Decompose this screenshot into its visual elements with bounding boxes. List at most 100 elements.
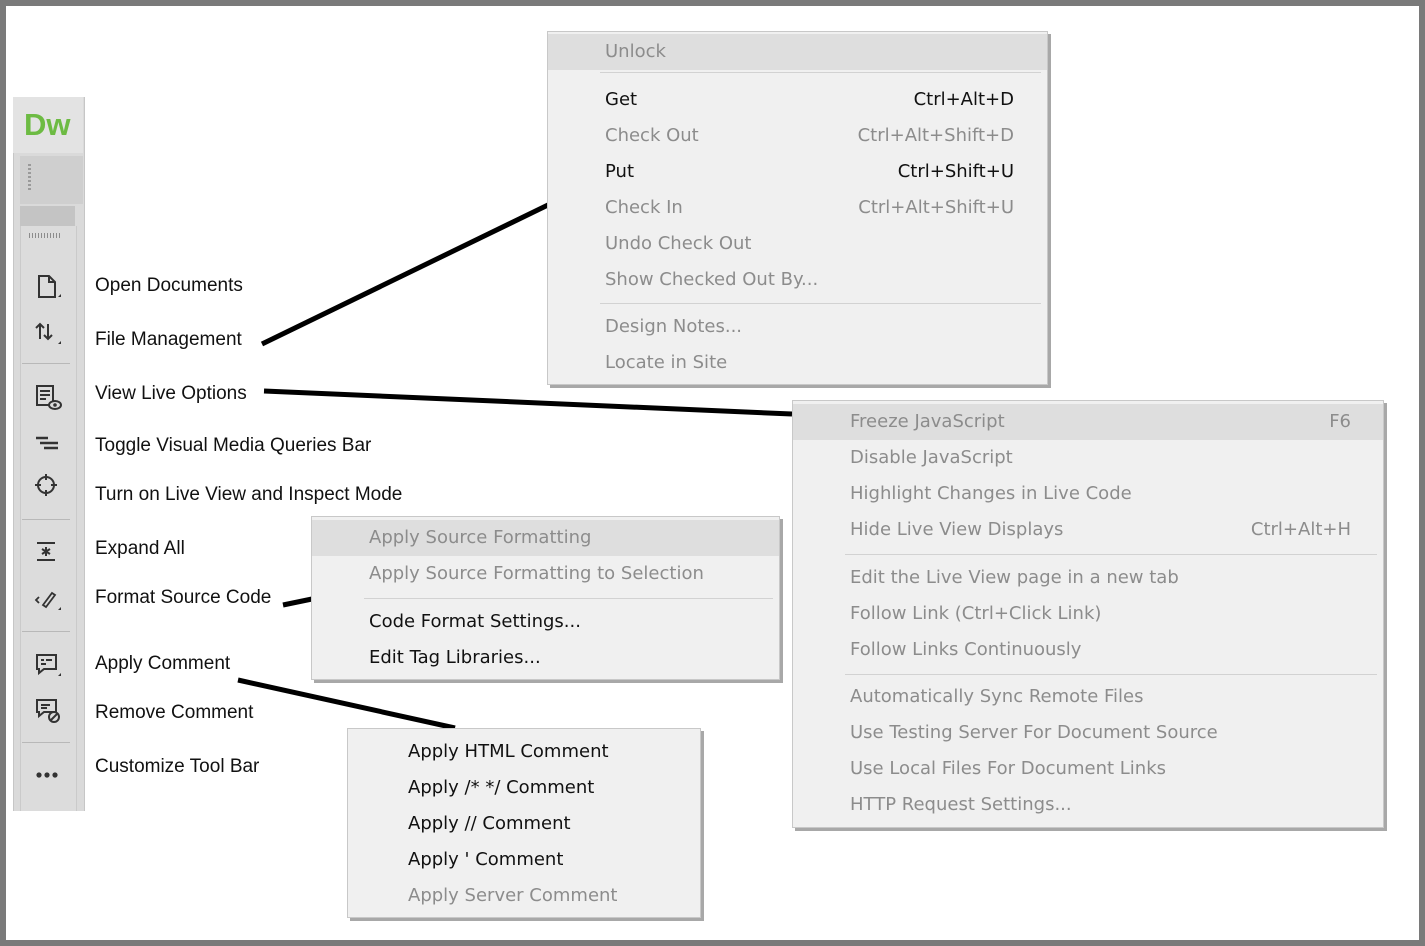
dw-logo: Dw <box>13 97 83 153</box>
toolbar-separator <box>22 363 70 364</box>
menu-item-label: Follow Link (Ctrl+Click Link) <box>850 603 1102 624</box>
transfer-arrows-icon[interactable] <box>34 320 61 346</box>
menu-item-http-request-settings[interactable]: HTTP Request Settings... <box>793 787 1383 823</box>
menu-item-label: Apply Source Formatting to Selection <box>369 563 704 584</box>
format-source-menu: Apply Source Formatting Apply Source For… <box>311 516 780 680</box>
menu-item-label: Follow Links Continuously <box>850 639 1082 660</box>
menu-item-label: Check In <box>605 197 683 218</box>
menu-item-check-out[interactable]: Check Out Ctrl+Alt+Shift+D <box>548 118 1047 154</box>
menu-item-apply-quote-comment[interactable]: Apply ' Comment <box>348 842 700 878</box>
file-management-menu: Unlock Get Ctrl+Alt+D Check Out Ctrl+Alt… <box>547 31 1048 385</box>
menu-item-hide-live-view-displays[interactable]: Hide Live View Displays Ctrl+Alt+H <box>793 512 1383 548</box>
remove-comment-icon[interactable] <box>34 697 60 723</box>
menu-item-label: Disable JavaScript <box>850 447 1013 468</box>
menu-item-disable-javascript[interactable]: Disable JavaScript <box>793 440 1383 476</box>
menu-separator <box>600 303 1041 304</box>
label-open-documents: Open Documents <box>95 275 243 296</box>
menu-item-shortcut: Ctrl+Alt+D <box>913 89 1014 110</box>
menu-item-show-checked-out-by[interactable]: Show Checked Out By... <box>548 262 1047 298</box>
menu-item-put[interactable]: Put Ctrl+Shift+U <box>548 154 1047 190</box>
menu-item-apply-formatting-selection[interactable]: Apply Source Formatting to Selection <box>312 556 779 592</box>
toolbar-handle-area <box>20 156 83 204</box>
menu-item-shortcut: Ctrl+Shift+U <box>897 161 1014 182</box>
menu-item-apply-line-comment[interactable]: Apply // Comment <box>348 806 700 842</box>
menu-item-edit-tag-libraries[interactable]: Edit Tag Libraries... <box>312 640 779 676</box>
format-source-icon[interactable] <box>34 586 61 612</box>
menu-item-label: Apply HTML Comment <box>408 741 609 762</box>
menu-item-label: Apply /* */ Comment <box>408 777 595 798</box>
comment-icon[interactable] <box>34 652 61 678</box>
menu-item-freeze-javascript[interactable]: Freeze JavaScript F6 <box>793 404 1383 440</box>
menu-item-code-format-settings[interactable]: Code Format Settings... <box>312 604 779 640</box>
menu-item-label: Edit Tag Libraries... <box>369 647 541 668</box>
menu-item-design-notes[interactable]: Design Notes... <box>548 309 1047 345</box>
menu-item-label: Undo Check Out <box>605 233 752 254</box>
menu-item-label: Locate in Site <box>605 352 728 373</box>
menu-item-label: Edit the Live View page in a new tab <box>850 567 1179 588</box>
label-toggle-media-queries: Toggle Visual Media Queries Bar <box>95 435 372 456</box>
menu-item-label: Hide Live View Displays <box>850 519 1064 540</box>
menu-item-label: Design Notes... <box>605 316 743 337</box>
menu-item-shortcut: Ctrl+Alt+Shift+D <box>857 125 1014 146</box>
menu-separator <box>845 554 1377 555</box>
menu-item-get[interactable]: Get Ctrl+Alt+D <box>548 82 1047 118</box>
menu-item-follow-links-continuously[interactable]: Follow Links Continuously <box>793 632 1383 668</box>
menu-item-use-local-files[interactable]: Use Local Files For Document Links <box>793 751 1383 787</box>
menu-item-label: Freeze JavaScript <box>850 411 1005 432</box>
label-live-inspect: Turn on Live View and Inspect Mode <box>95 484 403 505</box>
menu-item-label: Use Local Files For Document Links <box>850 758 1167 779</box>
menu-item-undo-check-out[interactable]: Undo Check Out <box>548 226 1047 262</box>
menu-item-label: Unlock <box>605 41 666 62</box>
menu-item-label: Use Testing Server For Document Source <box>850 722 1218 743</box>
menu-item-label: Check Out <box>605 125 699 146</box>
label-format-source: Format Source Code <box>95 587 272 608</box>
menu-item-apply-block-comment[interactable]: Apply /* */ Comment <box>348 770 700 806</box>
menu-item-follow-link[interactable]: Follow Link (Ctrl+Click Link) <box>793 596 1383 632</box>
view-live-options-menu: Freeze JavaScript F6 Disable JavaScript … <box>792 400 1384 828</box>
menu-item-label: Code Format Settings... <box>369 611 581 632</box>
menu-item-locate-in-site[interactable]: Locate in Site <box>548 345 1047 381</box>
document-icon[interactable] <box>34 273 61 299</box>
menu-item-apply-html-comment[interactable]: Apply HTML Comment <box>348 734 700 770</box>
more-icon[interactable] <box>34 763 60 789</box>
menu-item-apply-server-comment[interactable]: Apply Server Comment <box>348 878 700 914</box>
menu-item-shortcut: Ctrl+Alt+H <box>1250 519 1351 540</box>
menu-item-label: Show Checked Out By... <box>605 269 819 290</box>
live-view-options-icon[interactable] <box>34 383 62 410</box>
menu-item-label: Apply ' Comment <box>408 849 564 870</box>
toolbar-separator <box>22 519 70 520</box>
toolbar-separator <box>22 631 70 632</box>
menu-item-label: Get <box>605 89 638 110</box>
menu-item-highlight-changes[interactable]: Highlight Changes in Live Code <box>793 476 1383 512</box>
menu-item-label: Apply Server Comment <box>408 885 618 906</box>
toolbar-grip-icon[interactable] <box>29 233 61 238</box>
label-remove-comment: Remove Comment <box>95 702 254 723</box>
expand-all-icon[interactable] <box>34 539 60 565</box>
menu-item-label: Put <box>605 161 635 182</box>
menu-item-label: Automatically Sync Remote Files <box>850 686 1144 707</box>
menu-item-edit-live-view-new-tab[interactable]: Edit the Live View page in a new tab <box>793 560 1383 596</box>
label-apply-comment: Apply Comment <box>95 653 231 674</box>
crosshair-icon[interactable] <box>34 473 60 499</box>
toolbar-separator <box>22 742 70 743</box>
apply-comment-menu: Apply HTML Comment Apply /* */ Comment A… <box>347 728 701 918</box>
menu-item-unlock[interactable]: Unlock <box>548 34 1047 70</box>
menu-separator <box>845 674 1377 675</box>
menu-item-label: Apply // Comment <box>408 813 571 834</box>
label-view-live-options: View Live Options <box>95 383 247 404</box>
menu-separator <box>364 598 773 599</box>
menu-item-label: Apply Source Formatting <box>369 527 592 548</box>
menu-item-apply-source-formatting[interactable]: Apply Source Formatting <box>312 520 779 556</box>
drag-grip-icon[interactable] <box>28 164 31 192</box>
menu-item-auto-sync-remote[interactable]: Automatically Sync Remote Files <box>793 679 1383 715</box>
media-queries-icon[interactable] <box>34 432 60 458</box>
menu-separator <box>600 72 1041 73</box>
menu-item-shortcut: Ctrl+Alt+Shift+U <box>858 197 1014 218</box>
menu-item-label: Highlight Changes in Live Code <box>850 483 1132 504</box>
label-file-management: File Management <box>95 329 242 350</box>
menu-item-check-in[interactable]: Check In Ctrl+Alt+Shift+U <box>548 190 1047 226</box>
label-customize-toolbar: Customize Tool Bar <box>95 756 260 777</box>
menu-item-use-testing-server[interactable]: Use Testing Server For Document Source <box>793 715 1383 751</box>
label-expand-all: Expand All <box>95 538 185 559</box>
menu-item-shortcut: F6 <box>1329 411 1351 432</box>
